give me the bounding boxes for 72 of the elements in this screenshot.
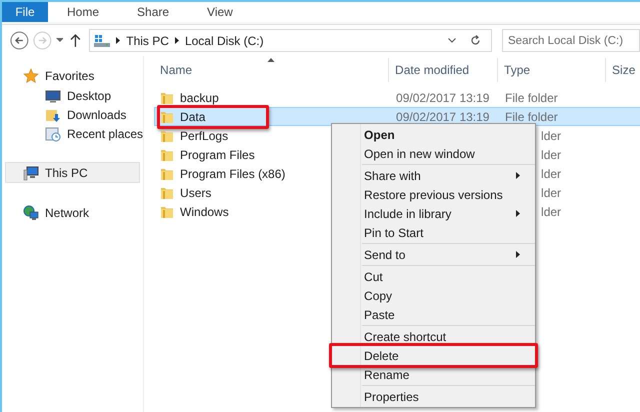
column-header[interactable]: Name bbox=[154, 58, 390, 82]
date-cell: 09/02/2017 13:19 bbox=[396, 110, 490, 124]
nav-item[interactable]: Recent places bbox=[67, 124, 144, 142]
breadcrumb-item[interactable]: This PC bbox=[126, 32, 169, 50]
file-name[interactable]: Data bbox=[180, 108, 206, 126]
file-tab[interactable]: File bbox=[2, 2, 48, 22]
column-header[interactable]: Date modified bbox=[389, 58, 498, 82]
type-cell: lder bbox=[541, 166, 562, 180]
folder-icon bbox=[160, 90, 174, 104]
type-cell: lder bbox=[541, 128, 562, 142]
star-icon bbox=[23, 68, 39, 84]
nav-item[interactable]: Desktop bbox=[67, 86, 112, 104]
refresh-icon[interactable] bbox=[470, 35, 481, 46]
nav-item[interactable]: Favorites bbox=[45, 66, 94, 84]
folder-icon bbox=[160, 110, 174, 124]
dropdown-icon[interactable] bbox=[56, 38, 64, 43]
menu-item[interactable]: Open in new window bbox=[364, 144, 530, 162]
folder-icon bbox=[160, 186, 174, 200]
type-cell: lder bbox=[541, 204, 562, 218]
nav-item[interactable]: Network bbox=[45, 204, 90, 222]
menu-item[interactable]: Send to bbox=[364, 246, 530, 264]
menu-item[interactable]: Include in library bbox=[364, 204, 530, 222]
menu-item[interactable]: Pin to Start bbox=[364, 224, 530, 242]
submenu-arrow-icon bbox=[516, 251, 520, 258]
folder-icon bbox=[160, 128, 174, 142]
menu-item[interactable]: Cut bbox=[364, 268, 530, 286]
submenu-arrow-icon bbox=[516, 172, 520, 179]
computer-icon bbox=[23, 164, 39, 180]
nav-item[interactable]: This PC bbox=[45, 164, 88, 182]
menu-item[interactable]: Share with bbox=[364, 166, 530, 184]
column-header[interactable]: Size bbox=[606, 58, 640, 82]
folder-icon bbox=[160, 148, 174, 162]
back-icon[interactable] bbox=[10, 31, 29, 50]
address-bar[interactable]: This PC Local Disk (C:) bbox=[89, 29, 492, 52]
file-name[interactable]: Windows bbox=[180, 202, 229, 220]
type-cell: File folder bbox=[505, 90, 558, 104]
drive-icon bbox=[94, 34, 110, 48]
ribbon-tab[interactable]: Share bbox=[118, 2, 188, 22]
sort-arrow-icon bbox=[268, 58, 275, 62]
file-name[interactable]: PerfLogs bbox=[180, 126, 228, 144]
breadcrumb-arrow-icon bbox=[116, 37, 120, 44]
up-arrow-icon[interactable] bbox=[70, 34, 82, 47]
menu-item[interactable]: Rename bbox=[364, 366, 530, 384]
network-icon bbox=[23, 204, 39, 220]
menu-item[interactable]: Properties bbox=[364, 388, 530, 406]
chevron-down-icon[interactable] bbox=[448, 38, 456, 43]
menu-item[interactable]: Restore previous versions bbox=[364, 186, 530, 204]
submenu-arrow-icon bbox=[516, 210, 520, 217]
recent-places-icon bbox=[45, 126, 61, 142]
menu-item[interactable]: Create shortcut bbox=[364, 328, 530, 346]
date-cell: 09/02/2017 13:19 bbox=[396, 90, 490, 104]
column-header[interactable]: Type bbox=[498, 58, 606, 82]
file-name[interactable]: Users bbox=[180, 184, 212, 202]
folder-icon bbox=[160, 166, 174, 180]
monitor-icon bbox=[45, 88, 61, 104]
menu-item[interactable]: Copy bbox=[364, 286, 530, 304]
breadcrumb-arrow-icon bbox=[174, 37, 179, 44]
menu-item[interactable]: Open bbox=[364, 126, 530, 144]
folder-icon bbox=[160, 204, 174, 218]
type-cell: lder bbox=[541, 186, 562, 200]
file-name[interactable]: Program Files bbox=[180, 146, 255, 164]
type-cell: lder bbox=[541, 148, 562, 162]
ribbon-tab[interactable]: Home bbox=[48, 2, 118, 22]
breadcrumb-item[interactable]: Local Disk (C:) bbox=[184, 32, 264, 50]
ribbon-tab[interactable]: View bbox=[188, 2, 252, 22]
search-field[interactable]: Search Local Disk (C:) bbox=[502, 29, 640, 52]
file-name[interactable]: backup bbox=[180, 88, 219, 106]
file-name[interactable]: Program Files (x86) bbox=[180, 164, 286, 182]
type-cell: File folder bbox=[505, 110, 558, 124]
menu-item[interactable]: Delete bbox=[364, 346, 530, 364]
nav-item[interactable]: Downloads bbox=[67, 106, 126, 124]
menu-item[interactable]: Paste bbox=[364, 306, 530, 324]
